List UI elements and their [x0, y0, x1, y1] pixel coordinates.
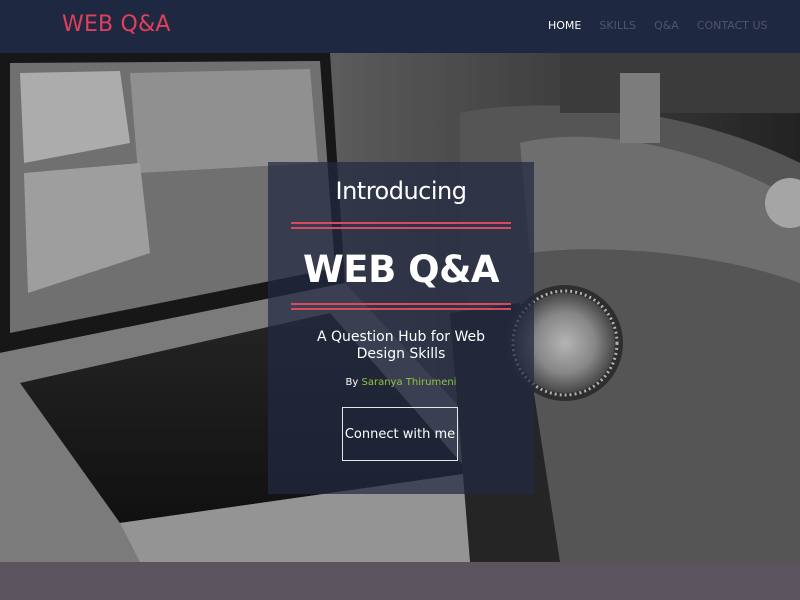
divider-bottom [291, 303, 511, 310]
intro-card: Introducing WEB Q&A A Question Hub for W… [268, 162, 534, 494]
nav-item-home[interactable]: HOME [548, 19, 581, 32]
nav-item-qa[interactable]: Q&A [654, 19, 679, 32]
next-section-band [0, 562, 800, 600]
nav-item-skills[interactable]: SKILLS [599, 19, 636, 32]
nav-item-contact-us[interactable]: CONTACT US [697, 19, 768, 32]
hero-section: Introducing WEB Q&A A Question Hub for W… [0, 53, 800, 562]
connect-button[interactable]: Connect with me [342, 407, 458, 461]
byline-prefix: By [345, 377, 359, 388]
brand-logo[interactable]: WEB Q&A [62, 12, 171, 37]
author-name: Saranya Thirumeni [361, 377, 457, 388]
intro-heading: Introducing [335, 177, 467, 205]
byline: By Saranya Thirumeni [268, 377, 534, 388]
hero-title: WEB Q&A [302, 248, 500, 291]
divider-top [291, 222, 511, 229]
hero-subtitle: A Question Hub for Web Design Skills [316, 329, 486, 362]
page: WEB Q&A HOME SKILLS Q&A CONTACT US Intro… [0, 0, 800, 600]
main-nav: HOME SKILLS Q&A CONTACT US [548, 19, 768, 32]
navbar: WEB Q&A HOME SKILLS Q&A CONTACT US [0, 0, 800, 53]
